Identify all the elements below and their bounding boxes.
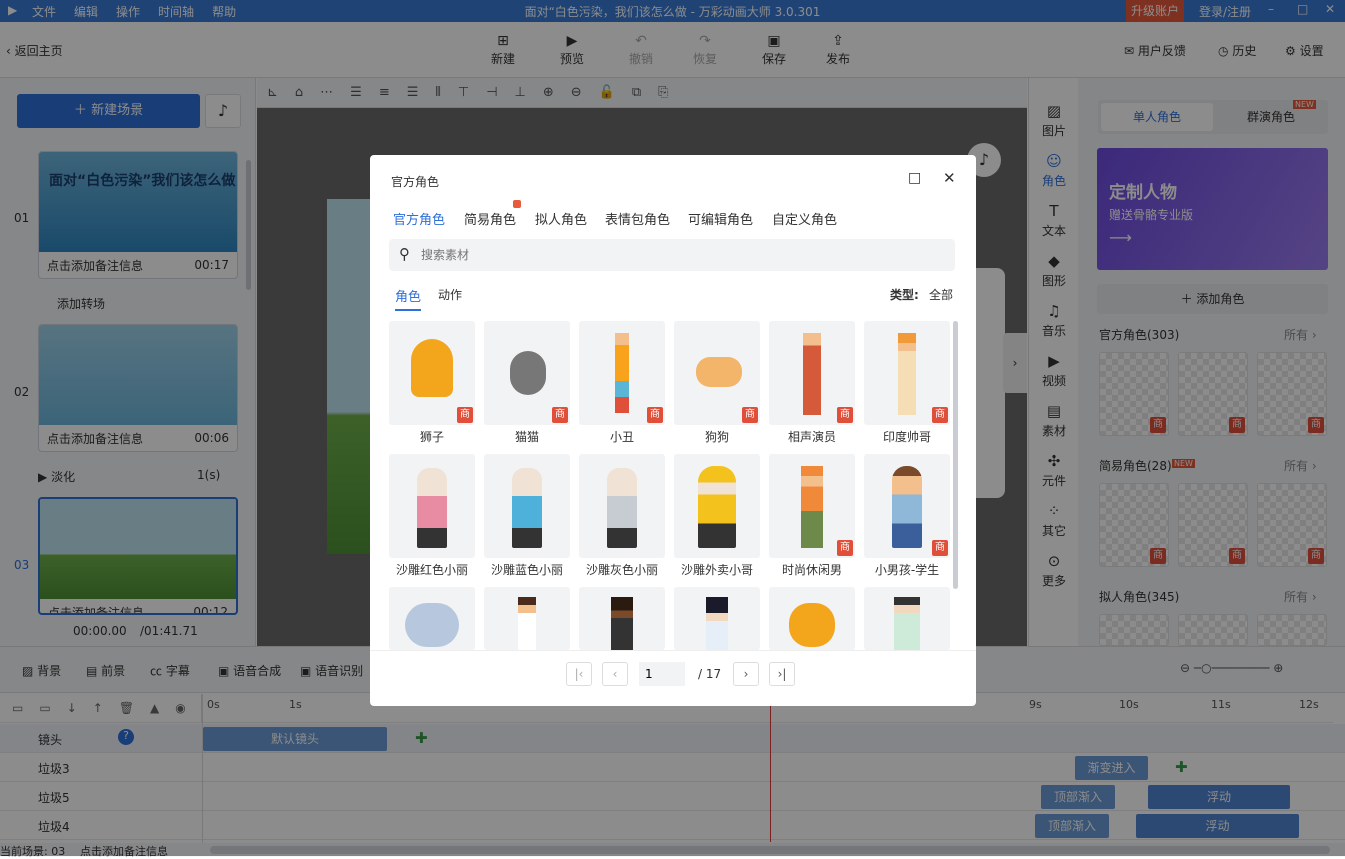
search-icon: ⚲ [399,245,410,263]
char-card-student-boy[interactable]: 商 [864,454,950,558]
char-card-nurse[interactable] [484,587,570,650]
indian-figure [898,333,916,415]
commercial-badge: 商 [837,540,853,556]
dialog-title: 官方角色 [391,175,440,189]
red-lily-figure [417,468,447,548]
schoolgirl-figure [706,597,728,650]
subtab-action[interactable]: 动作 [438,286,462,303]
char-name-gray-lily: 沙雕灰色小丽 [585,563,658,577]
type-label: 类型: [890,288,919,302]
char-name-indian: 印度帅哥 [882,430,931,444]
char-card-ancient-woman[interactable] [864,587,950,650]
char-card-clown[interactable]: 商 [579,321,665,425]
close-icon[interactable]: ✕ [943,169,956,187]
first-page-icon: |‹ [574,667,584,681]
tab-emoji-role[interactable]: 表情包角色 [605,209,670,228]
delivery-figure [698,466,736,548]
tiger-figure [789,603,835,647]
blue-lily-figure [512,468,542,548]
char-card-tiger[interactable] [769,587,855,650]
business-woman-figure [611,597,633,650]
char-card-lion[interactable]: 商 [389,321,475,425]
last-page-button[interactable]: ›| [769,662,795,686]
ancient-woman-figure [894,597,920,650]
char-card-mouse[interactable] [389,587,475,650]
commercial-badge: 商 [932,407,948,423]
dialog-scrollbar[interactable] [953,321,958,589]
commercial-badge: 商 [457,407,473,423]
char-card-schoolgirl[interactable] [674,587,760,650]
crosstalk-figure [803,333,821,415]
subtab-role[interactable]: 角色 [395,286,422,311]
commercial-badge: 商 [647,407,663,423]
clown-figure [615,333,629,413]
page-input[interactable] [639,662,685,686]
official-role-dialog: 官方角色 □ ✕ 官方角色 简易角色 拟人角色 表情包角色 可编辑角色 自定义角… [370,155,976,706]
lion-figure [411,339,453,397]
commercial-badge: 商 [837,407,853,423]
char-card-dog[interactable]: 商 [674,321,760,425]
char-name-red-lily: 沙雕红色小丽 [395,563,468,577]
nurse-figure [518,597,536,650]
char-card-blue-lily[interactable] [484,454,570,558]
mouse-figure [405,603,459,647]
maximize-icon[interactable]: □ [908,170,921,186]
commercial-badge: 商 [742,407,758,423]
commercial-badge: 商 [932,540,948,556]
char-name-delivery: 沙雕外卖小哥 [680,563,753,577]
search-input[interactable] [421,245,921,265]
tab-official-role[interactable]: 官方角色 [393,209,445,228]
char-card-indian[interactable]: 商 [864,321,950,425]
gray-lily-figure [607,468,637,548]
char-name-dog: 狗狗 [704,430,729,444]
tab-editable-role[interactable]: 可编辑角色 [688,209,753,228]
char-card-red-lily[interactable] [389,454,475,558]
char-card-cat[interactable]: 商 [484,321,570,425]
chevron-right-icon: › [743,667,749,681]
char-card-delivery[interactable] [674,454,760,558]
dialog-divider [370,650,976,651]
char-name-student-boy: 小男孩-学生 [874,563,940,577]
char-name-clown: 小丑 [609,430,634,444]
chevron-left-icon: ‹ [612,667,618,681]
char-name-lion: 狮子 [419,430,444,444]
tab-custom-role[interactable]: 自定义角色 [772,209,837,228]
char-name-crosstalk: 相声演员 [787,430,836,444]
tab-simple-role[interactable]: 简易角色 [464,209,516,228]
search-box[interactable]: ⚲ [389,239,955,271]
type-filter[interactable]: 全部 [929,286,953,303]
student-boy-figure [892,466,922,548]
char-card-gray-lily[interactable] [579,454,665,558]
last-page-icon: ›| [777,667,787,681]
char-card-crosstalk[interactable]: 商 [769,321,855,425]
char-card-casual-man[interactable]: 商 [769,454,855,558]
char-name-cat: 猫猫 [514,430,539,444]
tab-anthro-role[interactable]: 拟人角色 [535,209,587,228]
dog-figure [696,357,742,387]
cat-figure [510,351,546,395]
char-name-blue-lily: 沙雕蓝色小丽 [490,563,563,577]
first-page-button[interactable]: |‹ [566,662,592,686]
commercial-badge: 商 [552,407,568,423]
next-page-button[interactable]: › [733,662,759,686]
new-dot-badge [513,200,521,208]
char-name-casual-man: 时尚休闲男 [781,563,842,577]
casual-man-figure [801,466,823,548]
char-card-business-woman[interactable] [579,587,665,650]
page-total: / 17 [698,667,722,681]
prev-page-button[interactable]: ‹ [602,662,628,686]
